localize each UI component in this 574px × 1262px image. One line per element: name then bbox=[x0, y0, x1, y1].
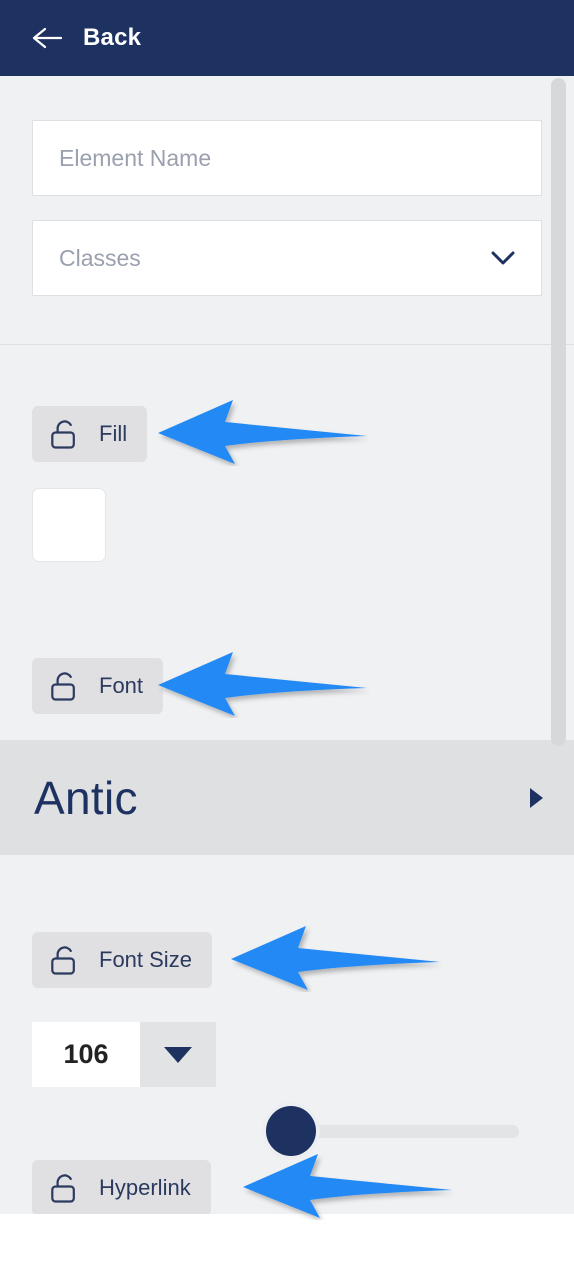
properties-scroll-panel: Element Name Classes Fill Font Antic Fon… bbox=[0, 76, 574, 1214]
font-size-input[interactable]: 106 bbox=[32, 1022, 140, 1087]
font-size-dropdown-button[interactable] bbox=[140, 1022, 216, 1087]
arrow-left-icon[interactable] bbox=[32, 25, 63, 51]
hyperlink-lock-toggle[interactable]: Hyperlink bbox=[32, 1160, 211, 1214]
font-size-stepper[interactable]: 106 bbox=[32, 1022, 216, 1087]
vertical-scrollbar[interactable] bbox=[551, 76, 566, 1214]
font-lock-toggle[interactable]: Font bbox=[32, 658, 164, 714]
fill-lock-toggle[interactable]: Fill bbox=[32, 406, 148, 462]
font-family-row[interactable]: Antic bbox=[0, 740, 574, 855]
font-size-label: Font Size bbox=[99, 947, 192, 972]
lock-open-icon bbox=[50, 418, 80, 450]
slider-track[interactable] bbox=[282, 1125, 519, 1138]
classes-placeholder: Classes bbox=[59, 244, 141, 271]
scrollbar-thumb[interactable] bbox=[551, 78, 566, 746]
panel-header: Back bbox=[0, 0, 574, 76]
triangle-right-icon[interactable] bbox=[528, 787, 544, 809]
properties-panel-app: Back Element Name Classes Fill Font Anti… bbox=[0, 0, 574, 1262]
slider-thumb[interactable] bbox=[266, 1106, 316, 1156]
back-button-label[interactable]: Back bbox=[83, 26, 141, 50]
element-name-placeholder: Element Name bbox=[59, 144, 212, 171]
font-size-slider[interactable] bbox=[266, 1106, 519, 1156]
font-size-value: 106 bbox=[63, 1039, 109, 1069]
element-name-input[interactable]: Element Name bbox=[32, 120, 542, 196]
classes-select[interactable]: Classes bbox=[32, 220, 542, 296]
chevron-down-icon[interactable] bbox=[491, 251, 515, 265]
font-size-lock-toggle[interactable]: Font Size bbox=[32, 932, 212, 988]
hyperlink-label: Hyperlink bbox=[99, 1175, 191, 1200]
lock-open-icon bbox=[50, 1172, 80, 1204]
section-divider bbox=[0, 344, 574, 345]
fill-color-swatch[interactable] bbox=[32, 488, 106, 562]
fill-label: Fill bbox=[99, 421, 128, 446]
lock-open-icon bbox=[50, 944, 80, 976]
lock-open-icon bbox=[50, 670, 80, 702]
font-family-value: Antic bbox=[34, 771, 138, 824]
triangle-down-icon bbox=[163, 1046, 193, 1064]
font-label: Font bbox=[99, 673, 144, 698]
